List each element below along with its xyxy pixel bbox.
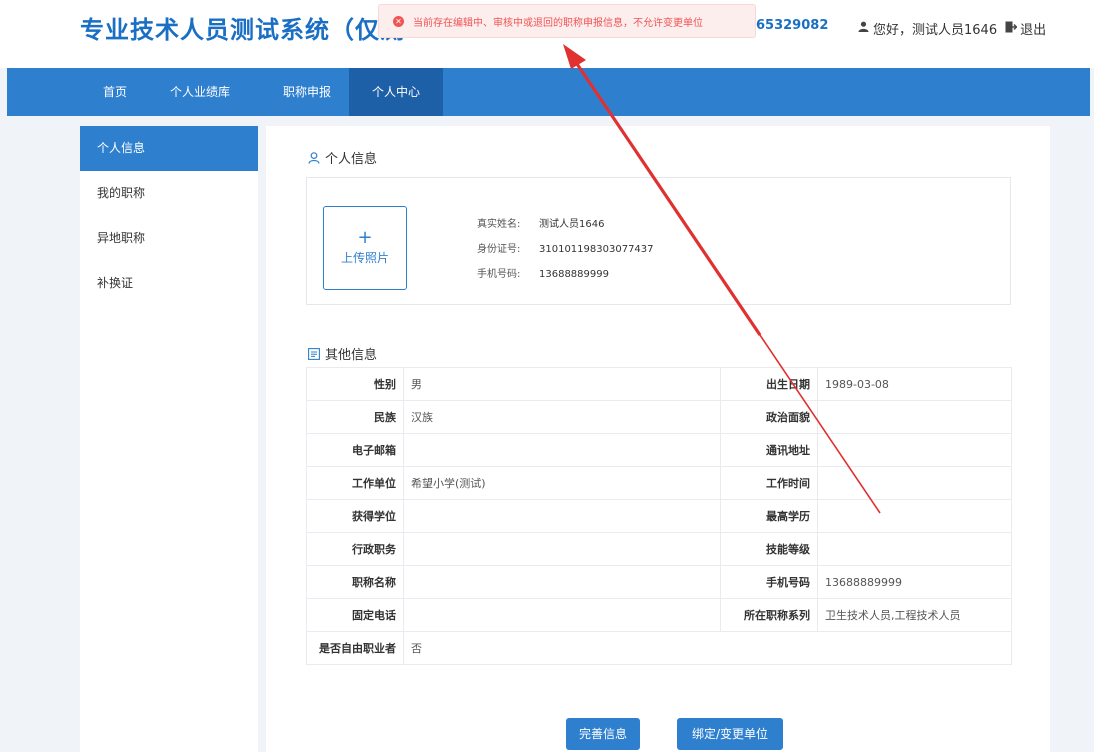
real-name-value: 测试人员1646 (539, 219, 605, 230)
field-label: 行政职务 (306, 532, 404, 566)
upload-photo-label: 上传照片 (340, 251, 389, 265)
field-value (817, 400, 1012, 434)
mobile-label: 手机号码: (477, 269, 521, 280)
field-label: 固定电话 (306, 598, 404, 632)
other-info-table: 性别男出生日期 1989-03-08 民族 汉族 政治面貌 电子邮箱 通讯地址 工作单位 希望小… (306, 367, 1012, 665)
field-value (403, 565, 721, 599)
field-value (817, 499, 1012, 533)
table-row: 工作单位 希望小学(测试) 工作时间 (306, 466, 1012, 500)
id-number-value: 310101198303077437 (539, 244, 654, 255)
field-label: 技能等级 (720, 532, 818, 566)
field-label: 性别 (306, 367, 404, 401)
field-label: 获得学位 (306, 499, 404, 533)
complete-info-button[interactable]: 完善信息 (566, 718, 640, 750)
real-name-label: 真实姓名: (477, 219, 521, 230)
user-icon (858, 21, 869, 36)
other-info-title: 其他信息 (325, 348, 378, 363)
table-row: 行政职务 技能等级 (306, 532, 1012, 566)
table-row: 性别男出生日期 1989-03-08 (306, 367, 1012, 401)
user-area: 您好，测试人员1646 退出 (858, 19, 1046, 38)
sidebar-item-my-titles[interactable]: 我的职称 (80, 171, 258, 216)
field-value (403, 532, 721, 566)
app-title: 专业技术人员测试系统（仅测 (80, 16, 405, 44)
field-label: 电子邮箱 (306, 433, 404, 467)
error-toast: ✕ 当前存在编辑中、审核中或退回的职称申报信息，不允许变更单位 (378, 4, 756, 38)
field-label: 职称名称 (306, 565, 404, 599)
nav-achievements[interactable]: 个人业绩库 (150, 68, 250, 116)
field-label: 手机号码 (720, 565, 818, 599)
field-label: 出生日期 (720, 367, 818, 401)
mobile-value: 13688889999 (539, 269, 609, 280)
bind-change-unit-button[interactable]: 绑定/变更单位 (677, 718, 783, 750)
table-row: 固定电话 所在职称系列 卫生技术人员,工程技术人员 (306, 598, 1012, 632)
error-circle-icon: ✕ (393, 15, 404, 27)
logout-button[interactable]: 退出 (1005, 19, 1046, 38)
nav-personal-center[interactable]: 个人中心 (349, 68, 443, 116)
logout-label: 退出 (1020, 23, 1047, 38)
field-label: 通讯地址 (720, 433, 818, 467)
field-label: 政治面貌 (720, 400, 818, 434)
other-info-heading: 其他信息 (308, 344, 377, 363)
toast-message: 当前存在编辑中、审核中或退回的职称申报信息，不允许变更单位 (413, 17, 703, 29)
sidebar-item-certificate-replace[interactable]: 补换证 (80, 261, 258, 306)
field-value: 男 (403, 367, 721, 401)
mobile-row: 手机号码: 13688889999 (477, 265, 609, 280)
sidebar-item-remote-titles[interactable]: 异地职称 (80, 216, 258, 261)
hotline-number: 65329082 (756, 18, 829, 33)
table-row: 民族 汉族 政治面貌 (306, 400, 1012, 434)
person-icon (308, 151, 320, 164)
logout-icon (1005, 21, 1018, 37)
field-value: 1989-03-08 (817, 367, 1012, 401)
personal-info-heading: 个人信息 (308, 148, 377, 167)
field-label: 民族 (306, 400, 404, 434)
field-value (817, 466, 1012, 500)
upload-photo-button[interactable]: + 上传照片 (323, 206, 407, 290)
table-row: 是否自由职业者否 (306, 631, 1012, 665)
field-value: 卫生技术人员,工程技术人员 (817, 598, 1012, 632)
field-value (817, 532, 1012, 566)
field-value: 希望小学(测试) (403, 466, 721, 500)
field-label: 最高学历 (720, 499, 818, 533)
list-icon (308, 347, 320, 360)
field-value: 13688889999 (817, 565, 1012, 599)
personal-info-card: + 上传照片 真实姓名: 测试人员1646 身份证号: 31010119830307… (306, 177, 1011, 305)
main-panel: 个人信息 + 上传照片 真实姓名: 测试人员1646 身份证号: 310101198… (266, 126, 1050, 752)
field-value: 汉族 (403, 400, 721, 434)
personal-info-title: 个人信息 (325, 152, 378, 167)
id-number-label: 身份证号: (477, 244, 521, 255)
field-label: 所在职称系列 (720, 598, 818, 632)
table-row: 获得学位 最高学历 (306, 499, 1012, 533)
real-name-row: 真实姓名: 测试人员1646 (477, 215, 604, 230)
top-nav: 首页 个人业绩库 职称申报 个人中心 (7, 68, 1090, 116)
field-label: 是否自由职业者 (306, 631, 404, 665)
nav-home[interactable]: 首页 (80, 68, 150, 116)
user-greeting: 您好，测试人员1646 (873, 23, 998, 38)
plus-icon: + (357, 227, 373, 248)
id-number-row: 身份证号: 310101198303077437 (477, 240, 654, 255)
sidebar: 个人信息 我的职称 异地职称 补换证 (80, 126, 258, 752)
field-value (817, 433, 1012, 467)
nav-title-application[interactable]: 职称申报 (265, 68, 349, 116)
field-value (403, 499, 721, 533)
table-row: 电子邮箱 通讯地址 (306, 433, 1012, 467)
sidebar-item-personal-info[interactable]: 个人信息 (80, 126, 258, 171)
field-value (403, 433, 721, 467)
field-label: 工作单位 (306, 466, 404, 500)
field-label: 工作时间 (720, 466, 818, 500)
table-row: 职称名称 手机号码 13688889999 (306, 565, 1012, 599)
field-value (403, 598, 721, 632)
field-value: 否 (403, 631, 1012, 665)
